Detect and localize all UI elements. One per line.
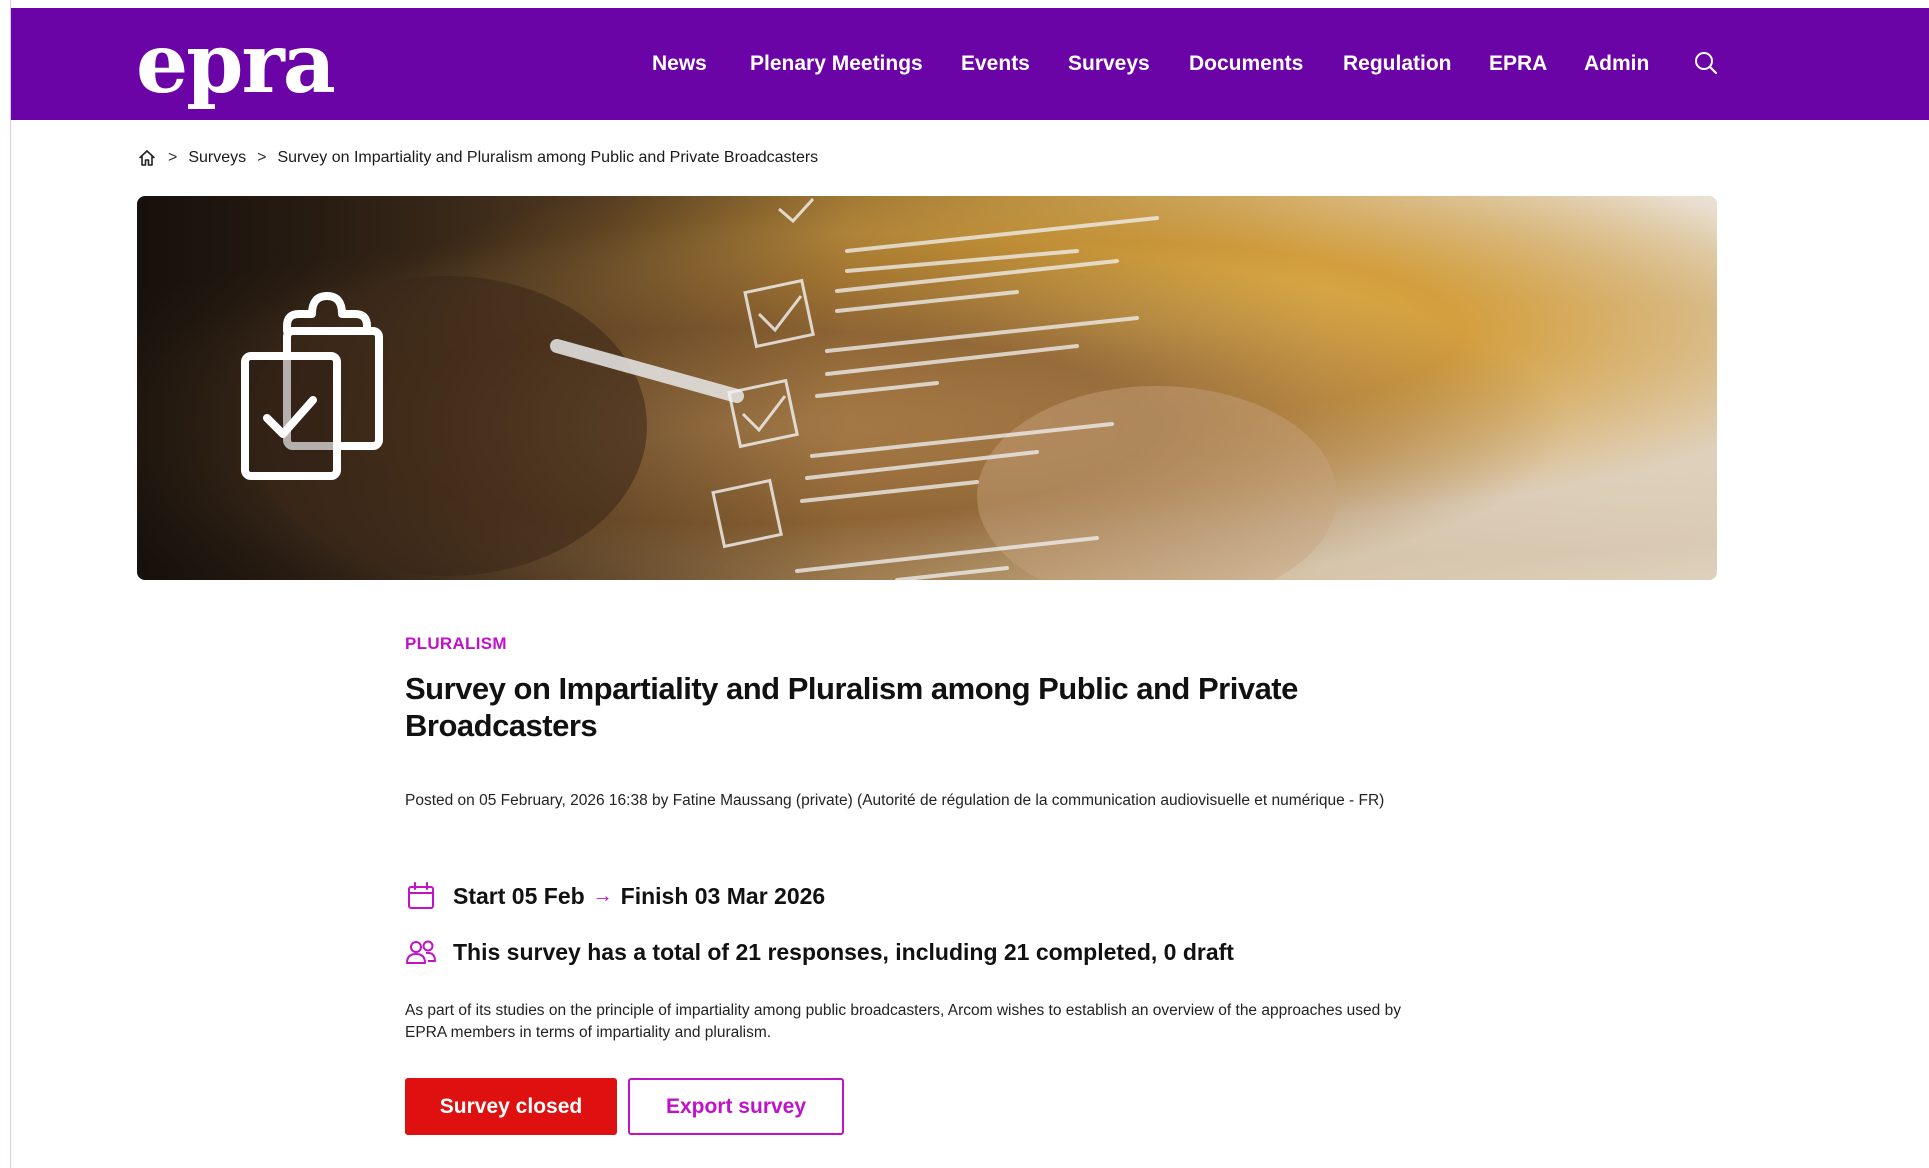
breadcrumb-separator: > xyxy=(168,149,178,166)
survey-description: As part of its studies on the principle … xyxy=(405,1002,1401,1041)
category-label[interactable]: PLURALISM xyxy=(405,634,507,654)
nav-surveys[interactable]: Surveys xyxy=(1068,8,1150,120)
window-top-edge xyxy=(0,0,1929,8)
nav-admin[interactable]: Admin xyxy=(1584,8,1649,120)
checklist-illustration xyxy=(241,197,1337,580)
main-nav: News Plenary Meetings Events Surveys Doc… xyxy=(11,8,1929,120)
search-icon xyxy=(1695,52,1718,75)
survey-closed-button[interactable]: Survey closed xyxy=(405,1078,617,1135)
breadcrumb-separator: > xyxy=(257,149,267,166)
breadcrumb-current-page: Survey on Impartiality and Pluralism amo… xyxy=(277,149,819,166)
nav-regulation[interactable]: Regulation xyxy=(1343,8,1452,120)
search-button[interactable] xyxy=(1691,49,1721,79)
nav-epra[interactable]: EPRA xyxy=(1489,8,1547,120)
nav-plenary-meetings[interactable]: Plenary Meetings xyxy=(750,8,923,120)
nav-documents[interactable]: Documents xyxy=(1189,8,1303,120)
nav-news[interactable]: News xyxy=(652,8,707,120)
breadcrumb-surveys-link[interactable]: Surveys xyxy=(188,149,246,167)
posted-info: Posted on 05 February, 2026 16:38 by Fat… xyxy=(405,792,1385,809)
survey-dates: Start 05 Feb → Finish 03 Mar 2026 xyxy=(405,876,825,916)
responses-summary: This survey has a total of 21 responses,… xyxy=(453,938,1234,965)
users-icon xyxy=(406,940,436,964)
export-survey-button[interactable]: Export survey xyxy=(628,1078,844,1135)
start-date: Start 05 Feb xyxy=(453,882,585,909)
breadcrumb: > Surveys > Survey on Impartiality and P… xyxy=(137,146,818,170)
window-left-edge xyxy=(0,0,11,1168)
finish-date: Finish 03 Mar 2026 xyxy=(620,882,826,909)
site-header: epra News Plenary Meetings Events Survey… xyxy=(11,8,1929,120)
nav-events[interactable]: Events xyxy=(961,8,1030,120)
hero-banner xyxy=(137,196,1717,580)
page-title: Survey on Impartiality and Pluralism amo… xyxy=(405,671,1298,743)
home-icon[interactable] xyxy=(137,148,157,168)
arrow-right-icon: → xyxy=(592,884,613,907)
calendar-icon xyxy=(408,882,434,909)
survey-responses: This survey has a total of 21 responses,… xyxy=(405,932,1234,972)
